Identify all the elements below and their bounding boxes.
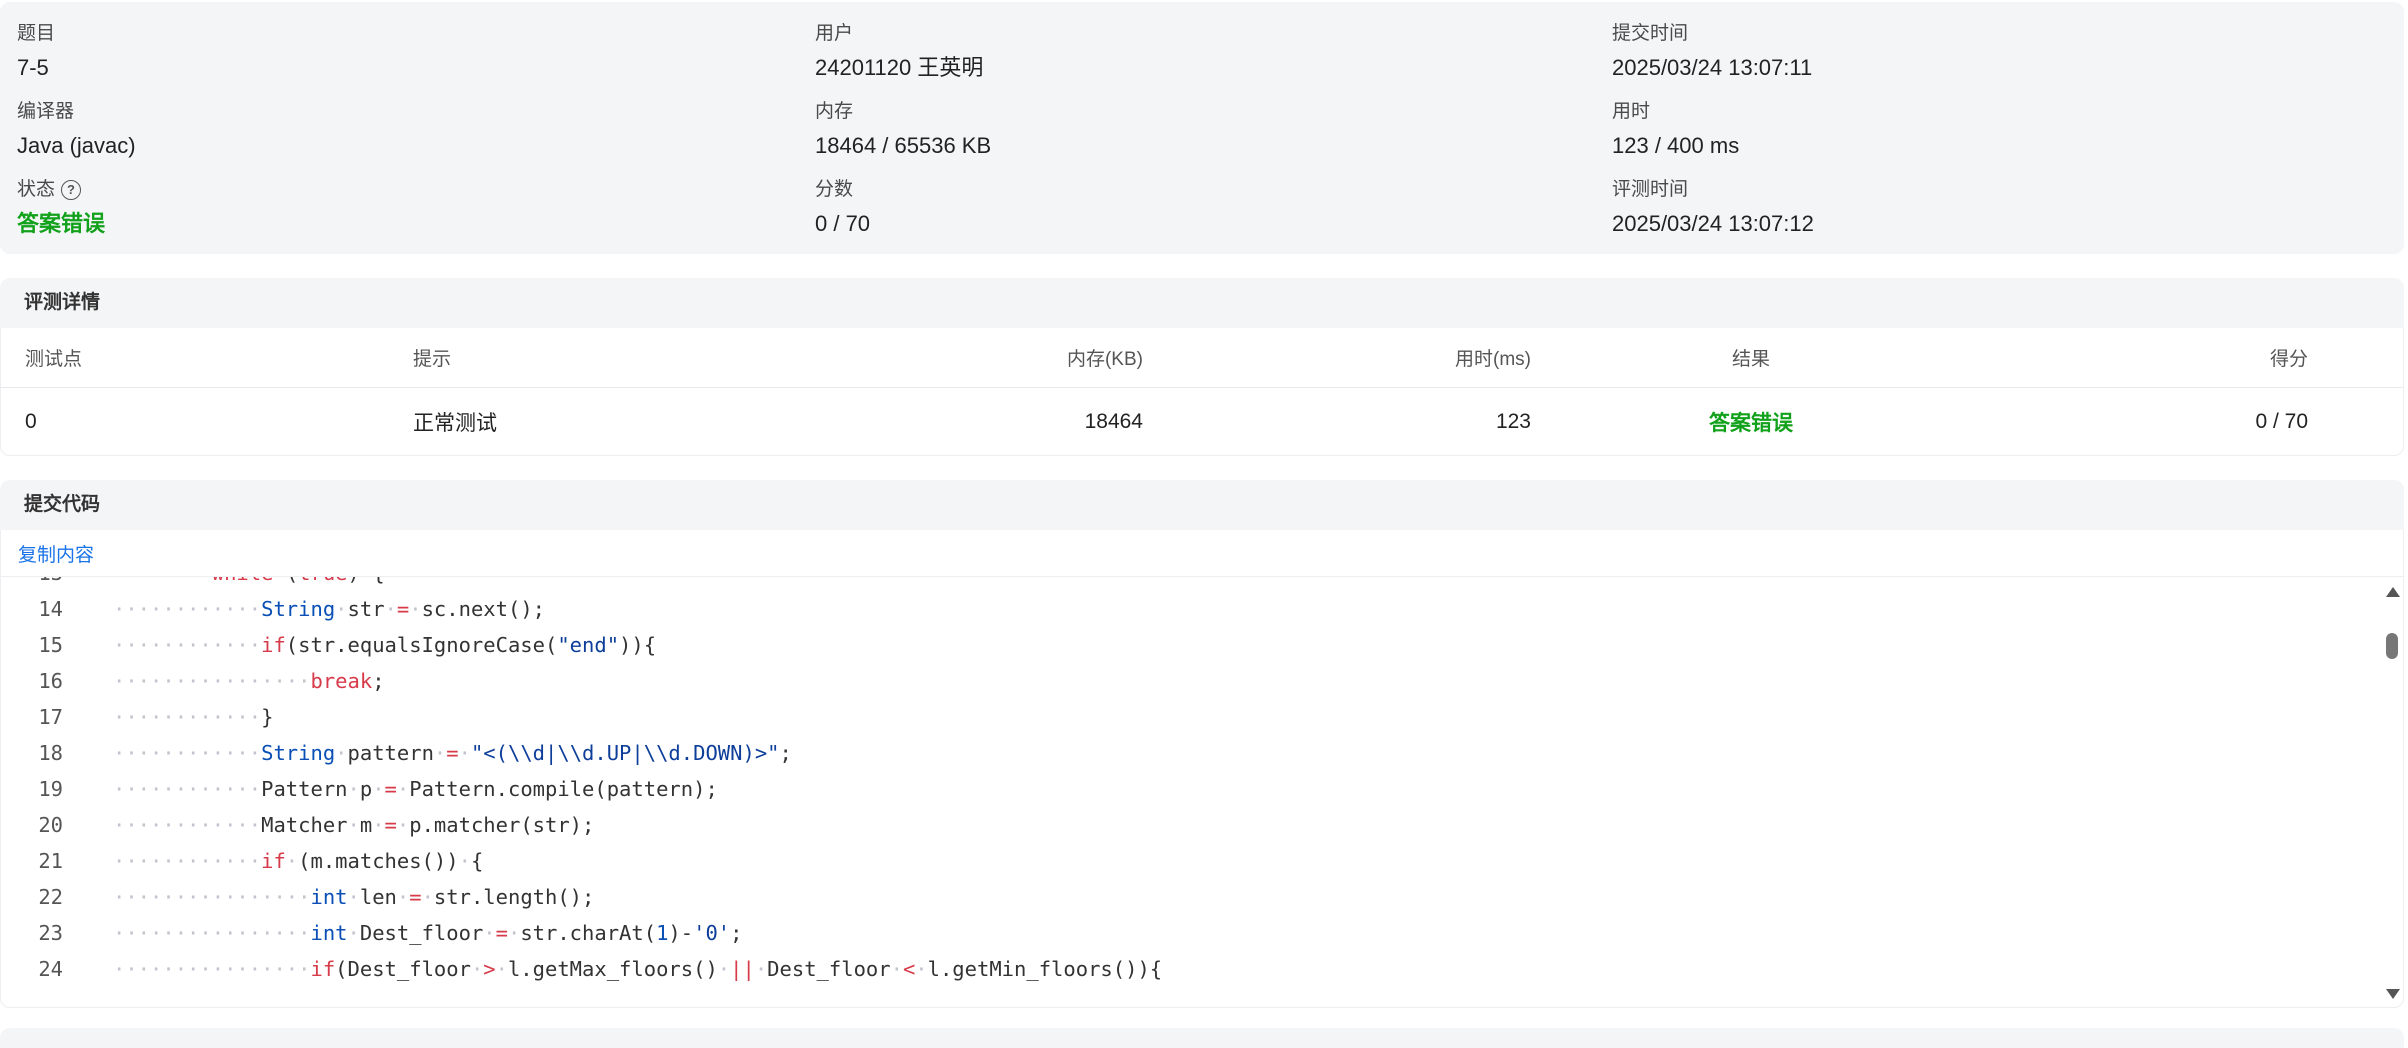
line-source: ········while·(true)·{ xyxy=(63,577,385,591)
info-value: 18464 / 65536 KB xyxy=(815,133,992,158)
info-label: 分数 xyxy=(815,179,854,200)
info-submit-time: 提交时间 2025/03/24 13:07:11 xyxy=(1612,22,1812,83)
info-label: 用户 xyxy=(815,23,854,44)
info-label: 用时 xyxy=(1612,101,1651,122)
info-label: 评测时间 xyxy=(1612,179,1689,200)
info-user: 用户 24201120 王英明 xyxy=(815,22,983,83)
line-source: ············} xyxy=(113,705,274,729)
line-number: 19 xyxy=(38,777,63,801)
submission-info-card: 题目 7-5 用户 24201120 王英明 提交时间 2025/03/24 1… xyxy=(0,2,2404,254)
code-line: 17 ············} xyxy=(1,699,2381,735)
section-title: 评测详情 xyxy=(24,292,101,313)
line-number: 13 xyxy=(1,577,63,591)
section-title: 提交代码 xyxy=(24,494,101,515)
submitted-code-card: 提交代码 复制内容 13········while·(true)·{14····… xyxy=(0,480,2404,1008)
column-header-score: 得分 xyxy=(2269,349,2308,370)
status-badge: 答案错误 xyxy=(17,211,106,236)
status-label-text: 状态 xyxy=(17,179,56,200)
line-number: 16 xyxy=(38,669,63,693)
next-section-card xyxy=(0,1028,2404,1048)
line-number: 17 xyxy=(38,705,63,729)
code-lines: 13········while·(true)·{14············St… xyxy=(1,577,2381,987)
info-label: 状态 ? xyxy=(17,178,105,202)
line-number: 23 xyxy=(38,921,63,945)
info-value: 0 / 70 xyxy=(815,211,871,236)
table-row: 0 正常测试 18464 123 答案错误 0 / 70 xyxy=(1,388,2403,456)
info-label: 题目 xyxy=(17,23,56,44)
code-line: 24 ················if(Dest_floor·>·l.getM… xyxy=(1,951,2381,987)
info-value: 2025/03/24 13:07:12 xyxy=(1612,211,1814,236)
info-compiler: 编译器 Java (javac) xyxy=(17,100,136,161)
code-line: 20 ············Matcher·m·=·p.matcher(str)… xyxy=(1,807,2381,843)
line-number: 20 xyxy=(38,813,63,837)
code-area: 复制内容 13········while·(true)·{14·········… xyxy=(0,530,2404,1008)
info-value: 2025/03/24 13:07:11 xyxy=(1612,55,1813,80)
info-label: 内存 xyxy=(815,101,854,122)
column-header-result: 结果 xyxy=(1731,349,1770,370)
cell-case: 0 xyxy=(25,410,37,433)
scroll-down-arrow-icon[interactable] xyxy=(2386,989,2400,999)
line-number: 24 xyxy=(38,957,63,981)
code-line: 22 ················int·len·=·str.length()… xyxy=(1,879,2381,915)
code-line: 19 ············Pattern·p·=·Pattern.compil… xyxy=(1,771,2381,807)
line-source: ············Pattern·p·=·Pattern.compile(… xyxy=(113,777,718,801)
line-source: ············String·pattern·=·"<(\\d|\\d.… xyxy=(113,741,792,765)
line-source: ············if·(m.matches())·{ xyxy=(113,849,484,873)
code-viewer[interactable]: 13········while·(true)·{14············St… xyxy=(1,576,2403,1007)
line-source: ············if(str.equalsIgnoreCase("end… xyxy=(113,633,657,657)
line-number: 18 xyxy=(38,741,63,765)
info-value: 24201120 王英明 xyxy=(815,55,984,80)
cell-hint: 正常测试 xyxy=(413,412,497,435)
judge-details-card: 评测详情 测试点 提示 内存(KB) 用时(ms) 结果 得分 0 正常测试 1… xyxy=(0,278,2404,456)
column-header-time: 用时(ms) xyxy=(1455,349,1531,370)
judge-table: 测试点 提示 内存(KB) 用时(ms) 结果 得分 0 正常测试 18464 … xyxy=(0,328,2404,456)
column-header-memory: 内存(KB) xyxy=(1066,349,1143,370)
cell-time: 123 xyxy=(1495,410,1531,433)
line-source: ················break; xyxy=(113,669,385,693)
line-number: 14 xyxy=(38,597,63,621)
code-line: 21 ············if·(m.matches())·{ xyxy=(1,843,2381,879)
line-number: 21 xyxy=(38,849,63,873)
code-line: 16 ················break; xyxy=(1,663,2381,699)
info-status: 状态 ? 答案错误 xyxy=(17,178,105,239)
info-time: 用时 123 / 400 ms xyxy=(1612,100,1739,161)
code-line: 14 ············String·str·=·sc.next(); xyxy=(1,591,2381,627)
line-source: ················int·len·=·str.length(); xyxy=(113,885,595,909)
scroll-up-arrow-icon[interactable] xyxy=(2386,587,2400,597)
info-memory: 内存 18464 / 65536 KB xyxy=(815,100,991,161)
line-source: ················int·Dest_floor·=·str.cha… xyxy=(113,921,743,945)
column-header-hint: 提示 xyxy=(413,349,452,370)
line-source: ················if(Dest_floor·>·l.getMax… xyxy=(113,957,1163,981)
line-number: 15 xyxy=(38,633,63,657)
line-source: ············String·str·=·sc.next(); xyxy=(113,597,545,621)
help-icon[interactable]: ? xyxy=(61,180,82,200)
column-header-case: 测试点 xyxy=(25,349,83,370)
info-value: Java (javac) xyxy=(17,133,136,158)
code-line: 18 ············String·pattern·=·"<(\\d|\\… xyxy=(1,735,2381,771)
info-judge-time: 评测时间 2025/03/24 13:07:12 xyxy=(1612,178,1814,239)
cell-score: 0 / 70 xyxy=(2255,410,2308,433)
info-label: 编译器 xyxy=(17,101,75,122)
info-value: 123 / 400 ms xyxy=(1612,133,1740,158)
code-line: 23 ················int·Dest_floor·=·str.c… xyxy=(1,915,2381,951)
info-label: 提交时间 xyxy=(1612,23,1689,44)
code-line: 13········while·(true)·{ xyxy=(1,577,2381,591)
line-number: 22 xyxy=(38,885,63,909)
cell-memory: 18464 xyxy=(1084,410,1143,433)
scroll-thumb[interactable] xyxy=(2386,633,2398,659)
line-source: ············Matcher·m·=·p.matcher(str); xyxy=(113,813,595,837)
code-line: 15 ············if(str.equalsIgnoreCase("e… xyxy=(1,627,2381,663)
info-problem: 题目 7-5 xyxy=(17,22,55,83)
table-header-row: 测试点 提示 内存(KB) 用时(ms) 结果 得分 xyxy=(1,328,2403,388)
cell-result: 答案错误 xyxy=(1709,412,1793,435)
info-value: 7-5 xyxy=(17,55,49,80)
info-score: 分数 0 / 70 xyxy=(815,178,870,239)
vertical-scrollbar[interactable] xyxy=(2381,577,2403,1007)
copy-content-link[interactable]: 复制内容 xyxy=(18,540,94,567)
